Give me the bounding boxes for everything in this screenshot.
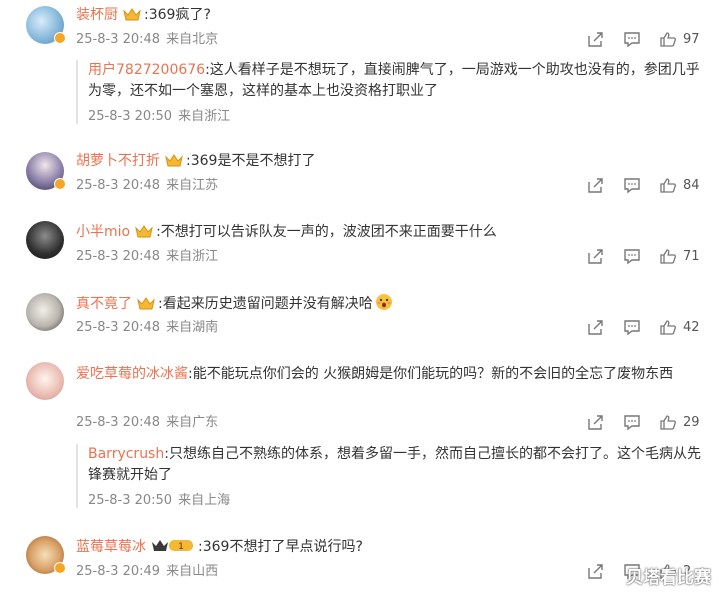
username[interactable]: 真不竟了 xyxy=(76,296,132,312)
username[interactable]: 小半mio xyxy=(76,224,130,240)
like-count: 29 xyxy=(683,415,700,430)
thumbs-up-icon[interactable] xyxy=(659,177,677,194)
comment-date: 25-8-3 20:48 xyxy=(76,178,161,193)
comment-actions: 42 xyxy=(587,319,712,337)
like-count: 71 xyxy=(683,249,700,264)
comment-date: 25-8-3 20:48 xyxy=(76,32,161,47)
comment-text: :看起来历史遗留问题并没有解决哈 xyxy=(158,296,373,312)
reply-block: 用户7827200676:这人看样子是不想玩了，直接闹脾气了，一局游戏一个助攻也… xyxy=(76,60,703,124)
crown-icon xyxy=(135,225,153,238)
avatar[interactable] xyxy=(26,293,64,331)
comment-actions: 29 xyxy=(587,414,712,432)
crown-icon xyxy=(137,297,155,310)
reply-username[interactable]: Barrycrush xyxy=(88,446,164,462)
reply-date: 25-8-3 20:50 xyxy=(88,493,173,508)
surprised-emoji-icon xyxy=(375,294,392,310)
share-icon[interactable] xyxy=(587,319,604,336)
crown-icon xyxy=(123,8,141,21)
comment-text: :369是不是不想打了 xyxy=(186,153,316,169)
share-icon[interactable] xyxy=(587,248,604,265)
like-count: 97 xyxy=(683,32,700,47)
reply-meta: 25-8-3 20:50 来自浙江 xyxy=(88,105,703,124)
comment-icon[interactable] xyxy=(623,31,641,48)
comment-text: :369疯了? xyxy=(144,7,211,23)
svg-text:1: 1 xyxy=(178,542,184,552)
comment-date: 25-8-3 20:48 xyxy=(76,415,161,430)
thumbs-up-icon[interactable] xyxy=(659,248,677,265)
comment-meta: 25-8-3 20:49 来自山西 xyxy=(76,563,218,581)
comment-date: 25-8-3 20:48 xyxy=(76,249,161,264)
comment-location: 来自山西 xyxy=(166,564,219,579)
reply-location: 来自浙江 xyxy=(178,109,231,124)
comment-location: 来自湖南 xyxy=(166,320,219,335)
reply-block: Barrycrush:只想练自己不熟练的体系，想着多留一手，然而自己擅长的都不会… xyxy=(76,444,703,508)
comment-location: 来自江苏 xyxy=(166,178,219,193)
comment-meta: 25-8-3 20:48 来自广东 xyxy=(76,414,218,432)
comment-meta: 25-8-3 20:48 来自浙江 xyxy=(76,248,218,266)
comment-date: 25-8-3 20:48 xyxy=(76,320,161,335)
comment-date: 25-8-3 20:49 xyxy=(76,564,161,579)
verified-badge-icon xyxy=(54,32,66,44)
level-badge-icon: 1 xyxy=(152,540,193,552)
reply-username[interactable]: 用户7827200676 xyxy=(88,62,205,78)
like-count: 42 xyxy=(683,320,700,335)
username[interactable]: 装杯厨 xyxy=(76,7,118,23)
verified-badge-icon xyxy=(54,178,66,190)
comment-meta: 25-8-3 20:48 来自湖南 xyxy=(76,319,218,337)
username[interactable]: 蓝莓草莓冰 xyxy=(76,539,146,555)
watermark: 贝塔看比赛 xyxy=(626,568,711,588)
share-icon[interactable] xyxy=(587,177,604,194)
thumbs-up-icon[interactable] xyxy=(659,414,677,431)
comment-icon[interactable] xyxy=(623,319,641,336)
reply-meta: 25-8-3 20:50 来自上海 xyxy=(88,489,703,508)
comment-actions: 71 xyxy=(587,248,712,266)
reply-location: 来自上海 xyxy=(178,493,231,508)
comment-text: :不想打可以告诉队友一声的，波波团不来正面要干什么 xyxy=(156,224,497,240)
comment-location: 来自浙江 xyxy=(166,249,219,264)
avatar[interactable] xyxy=(26,221,64,259)
comment-actions: 84 xyxy=(587,177,712,195)
reply-text: :只想练自己不熟练的体系，想着多留一手，然而自己擅长的都不会打了。这个毛病从先锋… xyxy=(88,446,701,483)
comment-text: :369不想打了早点说行吗? xyxy=(198,539,363,555)
thumbs-up-icon[interactable] xyxy=(659,319,677,336)
comment-icon[interactable] xyxy=(623,248,641,265)
comment-actions: 97 xyxy=(587,31,712,49)
like-count: 84 xyxy=(683,178,700,193)
comment-location: 来自北京 xyxy=(166,32,219,47)
share-icon[interactable] xyxy=(587,414,604,431)
comment-icon[interactable] xyxy=(623,177,641,194)
comment-icon[interactable] xyxy=(623,414,641,431)
avatar[interactable] xyxy=(26,362,64,400)
crown-icon xyxy=(165,154,183,167)
comment-meta: 25-8-3 20:48 来自江苏 xyxy=(76,177,218,195)
share-icon[interactable] xyxy=(587,31,604,48)
comment-text: :能不能玩点你们会的 火猴朗姆是你们能玩的吗？新的不会旧的全忘了废物东西 xyxy=(188,366,674,382)
thumbs-up-icon[interactable] xyxy=(659,31,677,48)
reply-date: 25-8-3 20:50 xyxy=(88,109,173,124)
share-icon[interactable] xyxy=(587,563,604,580)
verified-badge-icon xyxy=(54,562,66,574)
comment-location: 来自广东 xyxy=(166,415,219,430)
comment-meta: 25-8-3 20:48 来自北京 xyxy=(76,31,218,49)
username[interactable]: 胡萝卜不打折 xyxy=(76,153,160,169)
